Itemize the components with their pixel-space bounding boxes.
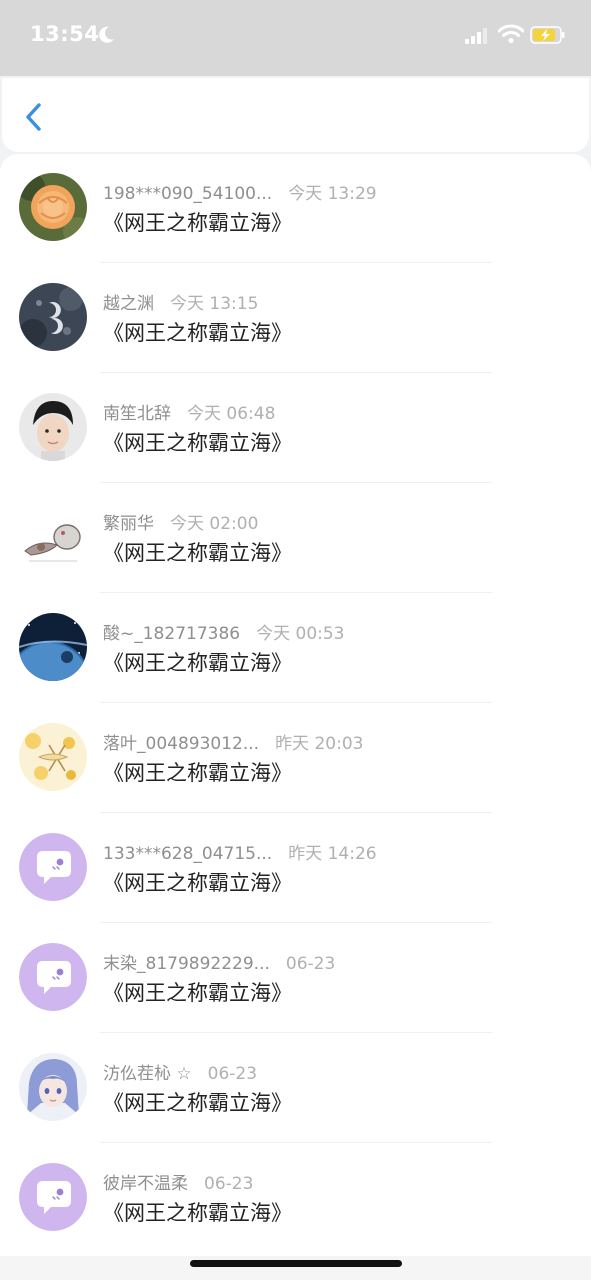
timestamp: 今天 06:48 [187,404,276,424]
list-item[interactable]: 繁丽华 今天 02:00 《网王之称霸立海》 [0,484,591,594]
username[interactable]: 繁丽华 [103,514,154,534]
list-item[interactable]: 彼岸不温柔 06-23 《网王之称霸立海》 [0,1144,591,1254]
message-list: 198***090_54100... 今天 13:29 《网王之称霸立海》 越之渊… [0,154,591,1256]
avatar[interactable] [19,943,87,1011]
cellular-signal-icon [465,28,487,44]
chevron-left-icon [26,103,41,131]
item-meta: 越之渊 今天 13:15 [103,289,259,314]
list-item[interactable]: 南笙北辞 今天 06:48 《网王之称霸立海》 [0,374,591,484]
timestamp: 今天 13:29 [288,184,377,204]
list-item[interactable]: 越之渊 今天 13:15 《网王之称霸立海》 [0,264,591,374]
message-text: 《网王之称霸立海》 [103,431,292,455]
message-text: 《网王之称霸立海》 [103,541,292,565]
avatar[interactable] [19,503,87,571]
message-text: 《网王之称霸立海》 [103,1091,292,1115]
avatar[interactable] [19,833,87,901]
battery-charging-icon [530,26,565,44]
status-time: 13:54 [30,22,100,46]
list-item[interactable]: 落叶_004893012... 昨天 20:03 《网王之称霸立海》 [0,704,591,814]
username[interactable]: 南笙北辞 [103,404,171,424]
message-text: 《网王之称霸立海》 [103,651,292,675]
avatar[interactable] [19,1053,87,1121]
divider [100,922,492,923]
timestamp: 昨天 14:26 [288,844,377,864]
username[interactable]: 酸~_182717386 [103,624,240,644]
avatar[interactable] [19,283,87,351]
item-meta: 汸仫茬杺 ☆ 06-23 [103,1059,258,1084]
username[interactable]: 落叶_004893012... [103,734,259,754]
divider [100,482,492,483]
username[interactable]: 越之渊 [103,294,154,314]
username[interactable]: 133***628_04715... [103,844,272,864]
avatar[interactable] [19,613,87,681]
divider [100,702,492,703]
avatar[interactable] [19,723,87,791]
item-meta: 南笙北辞 今天 06:48 [103,399,276,424]
divider [100,592,492,593]
divider [100,372,492,373]
message-text: 《网王之称霸立海》 [103,211,292,235]
home-indicator[interactable] [190,1260,402,1267]
item-meta: 末染_8179892229... 06-23 [103,949,336,974]
item-meta: 198***090_54100... 今天 13:29 [103,179,377,204]
message-text: 《网王之称霸立海》 [103,871,292,895]
timestamp: 今天 02:00 [170,514,259,534]
divider [100,262,492,263]
item-meta: 繁丽华 今天 02:00 [103,509,259,534]
timestamp: 今天 00:53 [256,624,345,644]
moon-icon [99,26,114,43]
avatar[interactable] [19,173,87,241]
message-text: 《网王之称霸立海》 [103,1201,292,1225]
item-meta: 落叶_004893012... 昨天 20:03 [103,729,364,754]
divider [100,1142,492,1143]
timestamp: 昨天 20:03 [275,734,364,754]
list-item[interactable]: 133***628_04715... 昨天 14:26 《网王之称霸立海》 [0,814,591,924]
item-meta: 酸~_182717386 今天 00:53 [103,619,345,644]
message-text: 《网王之称霸立海》 [103,981,292,1005]
item-meta: 133***628_04715... 昨天 14:26 [103,839,377,864]
nav-bar [2,78,589,152]
item-meta: 彼岸不温柔 06-23 [103,1169,254,1194]
message-text: 《网王之称霸立海》 [103,761,292,785]
timestamp: 06-23 [285,954,336,974]
message-text: 《网王之称霸立海》 [103,321,292,345]
status-bar: 13:54 [0,0,591,76]
avatar[interactable] [19,393,87,461]
back-button[interactable] [20,100,50,134]
username[interactable]: 末染_8179892229... [103,954,270,974]
avatar[interactable] [19,1163,87,1231]
divider [100,812,492,813]
list-item[interactable]: 198***090_54100... 今天 13:29 《网王之称霸立海》 [0,154,591,264]
username[interactable]: 198***090_54100... [103,184,272,204]
username[interactable]: 彼岸不温柔 [103,1174,188,1194]
timestamp: 今天 13:15 [170,294,259,314]
wifi-icon [498,24,524,44]
list-item[interactable]: 汸仫茬杺 ☆ 06-23 《网王之称霸立海》 [0,1034,591,1144]
username[interactable]: 汸仫茬杺 ☆ [103,1064,192,1084]
timestamp: 06-23 [204,1174,254,1194]
timestamp: 06-23 [207,1064,258,1084]
list-item[interactable]: 末染_8179892229... 06-23 《网王之称霸立海》 [0,924,591,1034]
list-item[interactable]: 酸~_182717386 今天 00:53 《网王之称霸立海》 [0,594,591,704]
divider [100,1032,492,1033]
